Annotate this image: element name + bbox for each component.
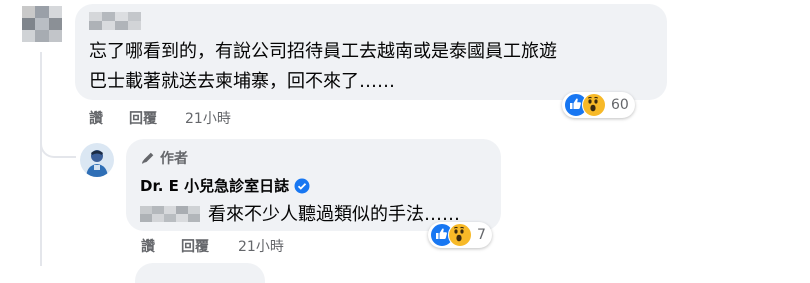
next-reply-bubble-partial	[135, 263, 265, 283]
pen-icon	[141, 152, 154, 164]
wow-reaction-icon	[582, 93, 606, 117]
author-name[interactable]: Dr. E 小兒急診室日誌	[140, 175, 289, 196]
comment-1-reactions[interactable]: 60	[562, 92, 635, 118]
reply-reactions[interactable]: 7	[428, 222, 492, 248]
author-avatar[interactable]	[80, 143, 114, 177]
comment-1: 忘了哪看到的，有說公司招待員工去越南或是泰國員工旅遊 巴士載著就送去柬埔寨，回不…	[0, 0, 810, 135]
wow-reaction-icon	[448, 223, 472, 247]
verified-badge-icon	[294, 178, 310, 193]
author-badge-label: 作者	[160, 151, 188, 167]
comment-bubble: 忘了哪看到的，有說公司招待員工去越南或是泰國員工旅遊 巴士載著就送去柬埔寨，回不…	[75, 4, 667, 100]
reply-timestamp[interactable]: 21小時	[238, 236, 284, 256]
author-name-row: Dr. E 小兒急診室日誌	[140, 175, 310, 196]
commenter-name-blurred[interactable]	[89, 12, 141, 30]
commenter-avatar-blurred[interactable]	[22, 6, 62, 42]
reply-bubble: 作者 Dr. E 小兒急診室日誌 看來不少人聽過類似的手法……	[126, 139, 501, 231]
comment-text-line-2: 巴士載著就送去柬埔寨，回不來了……	[89, 71, 395, 92]
reply-comment: 作者 Dr. E 小兒急診室日誌 看來不少人聽過類似的手法…… 7 讚 回覆 2…	[0, 135, 810, 283]
comment-1-timestamp[interactable]: 21小時	[185, 108, 231, 128]
comment-1-reaction-count: 60	[611, 97, 629, 113]
comment-text-line-1: 忘了哪看到的，有說公司招待員工去越南或是泰國員工旅遊	[89, 41, 557, 62]
reply-like-link[interactable]: 讚	[141, 236, 155, 256]
author-badge: 作者	[140, 148, 188, 168]
mentioned-name-blurred[interactable]	[140, 206, 200, 222]
comment-1-reply-link[interactable]: 回覆	[129, 108, 157, 128]
reply-text: 看來不少人聽過類似的手法……	[208, 204, 460, 225]
reply-reply-link[interactable]: 回覆	[181, 236, 209, 256]
comment-1-like-link[interactable]: 讚	[89, 108, 103, 128]
reply-reaction-count: 7	[477, 227, 486, 243]
